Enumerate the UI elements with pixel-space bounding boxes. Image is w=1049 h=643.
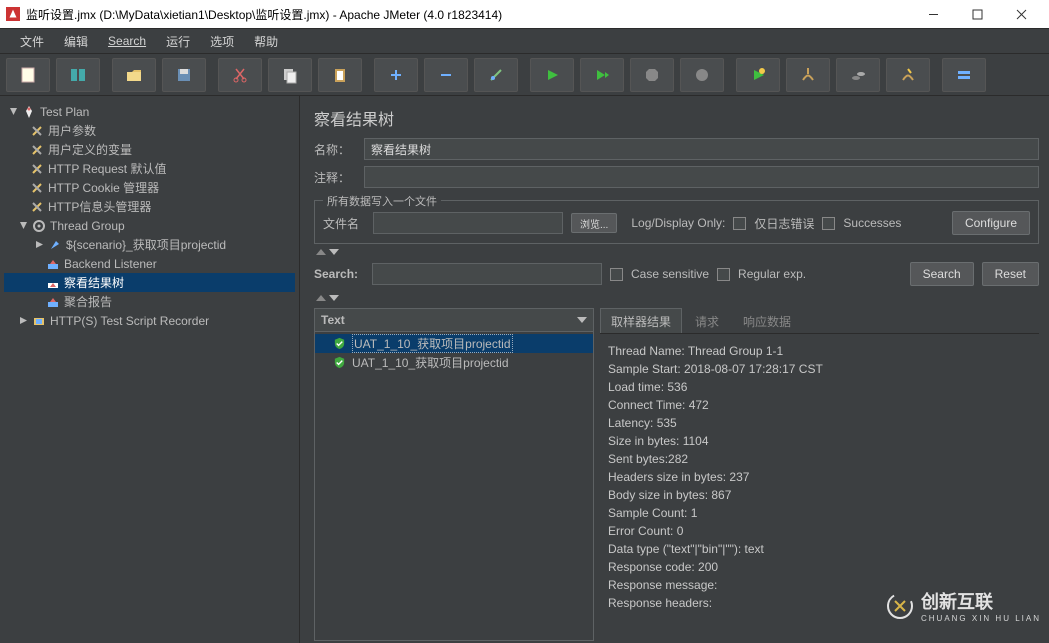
test-plan-tree[interactable]: Test Plan 用户参数 用户定义的变量 HTTP Request 默认值 …: [0, 96, 300, 643]
case-sensitive-checkbox[interactable]: [610, 268, 623, 281]
regex-label: Regular exp.: [738, 267, 806, 281]
log-display-label: Log/Display Only:: [631, 216, 725, 230]
tree-thread-group[interactable]: Thread Group: [4, 216, 295, 235]
tree-test-plan[interactable]: Test Plan: [4, 102, 295, 121]
panel-title: 察看结果树: [314, 102, 1039, 138]
tb-start-no-timers[interactable]: [580, 58, 624, 92]
toolbar: [0, 54, 1049, 96]
results-list[interactable]: UAT_1_10_获取项目projectid UAT_1_10_获取项目proj…: [314, 332, 594, 641]
tb-toggle[interactable]: [474, 58, 518, 92]
file-label: 文件名: [323, 215, 365, 232]
tb-save[interactable]: [162, 58, 206, 92]
maximize-button[interactable]: [955, 0, 999, 28]
minimize-button[interactable]: [911, 0, 955, 28]
result-row[interactable]: UAT_1_10_获取项目projectid: [315, 334, 593, 353]
reset-button[interactable]: Reset: [982, 262, 1039, 286]
tree-user-params[interactable]: 用户参数: [4, 121, 295, 140]
search-button[interactable]: Search: [910, 262, 974, 286]
tree-http-request[interactable]: HTTP Request 默认值: [4, 159, 295, 178]
down-arrow-icon[interactable]: [329, 294, 339, 302]
successes-label: Successes: [843, 216, 901, 230]
tb-templates[interactable]: [56, 58, 100, 92]
browse-button[interactable]: 浏览...: [571, 213, 617, 233]
window-title: 监听设置.jmx (D:\MyData\xietian1\Desktop\监听设…: [26, 6, 911, 23]
name-label: 名称：: [314, 141, 364, 158]
comment-label: 注释：: [314, 169, 364, 186]
right-panel: 察看结果树 名称： 注释： 所有数据写入一个文件 文件名 浏览... Log/D…: [300, 96, 1049, 643]
menu-bar: 文件 编辑 Search 运行 选项 帮助: [0, 28, 1049, 54]
tb-remote-start[interactable]: [736, 58, 780, 92]
menu-help[interactable]: 帮助: [244, 29, 288, 53]
window-titlebar: 监听设置.jmx (D:\MyData\xietian1\Desktop\监听设…: [0, 0, 1049, 28]
up-arrow-icon[interactable]: [316, 248, 326, 256]
tb-clear-all[interactable]: [836, 58, 880, 92]
tab-sampler-result[interactable]: 取样器结果: [600, 308, 682, 333]
menu-edit[interactable]: 编辑: [54, 29, 98, 53]
regex-checkbox[interactable]: [717, 268, 730, 281]
menu-run[interactable]: 运行: [156, 29, 200, 53]
tb-stop[interactable]: [630, 58, 674, 92]
menu-search[interactable]: Search: [98, 29, 156, 53]
jmeter-icon: [6, 7, 20, 21]
tree-scenario[interactable]: ${scenario}_获取项目projectid: [4, 235, 295, 254]
tb-copy[interactable]: [268, 58, 312, 92]
errors-only-label: 仅日志错误: [754, 215, 814, 232]
search-input[interactable]: [372, 263, 602, 285]
tb-expand[interactable]: [374, 58, 418, 92]
renderer-combo[interactable]: Text: [314, 308, 594, 332]
success-icon: [333, 356, 346, 369]
tb-start[interactable]: [530, 58, 574, 92]
up-arrow-icon[interactable]: [316, 294, 326, 302]
configure-button[interactable]: Configure: [952, 211, 1030, 235]
tree-view-results-tree[interactable]: 察看结果树: [4, 273, 295, 292]
tab-request[interactable]: 请求: [684, 308, 730, 333]
watermark: 创新互联 CHUANG XIN HU LIAN: [885, 588, 1041, 623]
tab-response-data[interactable]: 响应数据: [732, 308, 802, 333]
tb-paste[interactable]: [318, 58, 362, 92]
tree-user-def[interactable]: 用户定义的变量: [4, 140, 295, 159]
menu-options[interactable]: 选项: [200, 29, 244, 53]
successes-checkbox[interactable]: [822, 217, 835, 230]
success-icon: [333, 337, 346, 350]
tree-recorder[interactable]: HTTP(S) Test Script Recorder: [4, 311, 295, 330]
tb-open[interactable]: [112, 58, 156, 92]
write-legend: 所有数据写入一个文件: [323, 193, 441, 209]
watermark-icon: [885, 591, 915, 621]
expand-collapse-bar: [314, 244, 1039, 258]
tb-function-helper[interactable]: [942, 58, 986, 92]
tree-http-header[interactable]: HTTP信息头管理器: [4, 197, 295, 216]
tb-cut[interactable]: [218, 58, 262, 92]
case-sensitive-label: Case sensitive: [631, 267, 709, 281]
chevron-down-icon: [577, 316, 587, 324]
tb-new[interactable]: [6, 58, 50, 92]
down-arrow-icon[interactable]: [329, 248, 339, 256]
name-input[interactable]: [364, 138, 1039, 160]
result-row[interactable]: UAT_1_10_获取项目projectid: [315, 353, 593, 372]
close-button[interactable]: [999, 0, 1043, 28]
tb-shutdown[interactable]: [680, 58, 724, 92]
write-results-fieldset: 所有数据写入一个文件 文件名 浏览... Log/Display Only: 仅…: [314, 200, 1039, 244]
errors-only-checkbox[interactable]: [733, 217, 746, 230]
tb-collapse[interactable]: [424, 58, 468, 92]
comment-input[interactable]: [364, 166, 1039, 188]
result-tabs: 取样器结果 请求 响应数据: [600, 308, 1039, 334]
tree-http-cookie[interactable]: HTTP Cookie 管理器: [4, 178, 295, 197]
search-label: Search:: [314, 267, 364, 281]
tb-search-tree[interactable]: [886, 58, 930, 92]
tree-label: Test Plan: [40, 105, 89, 119]
tree-aggregate-report[interactable]: 聚合报告: [4, 292, 295, 311]
file-input[interactable]: [373, 212, 563, 234]
tree-backend-listener[interactable]: Backend Listener: [4, 254, 295, 273]
menu-file[interactable]: 文件: [10, 29, 54, 53]
tb-clear[interactable]: [786, 58, 830, 92]
